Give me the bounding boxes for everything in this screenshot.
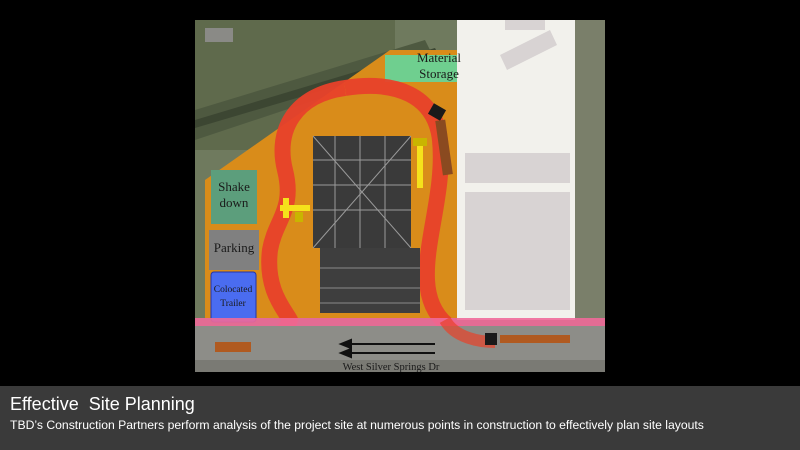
label-parking: Parking — [214, 240, 255, 255]
label-shakedown-2: down — [220, 195, 249, 210]
colocated-trailer — [210, 271, 257, 323]
label-material-storage-2: Storage — [419, 66, 459, 81]
site-plan-svg: Material Storage Shake down Parking Colo… — [195, 20, 605, 372]
vegetation-right — [575, 20, 605, 320]
label-material-storage-1: Material — [417, 50, 461, 65]
trailer-street — [500, 335, 570, 343]
label-street: West Silver Springs Dr — [343, 362, 440, 372]
caption-subtitle: TBD’s Construction Partners perform anal… — [10, 418, 704, 432]
label-trailer-2: Trailer — [220, 299, 246, 309]
slide: Material Storage Shake down Parking Colo… — [0, 0, 800, 450]
truck-street-icon — [485, 333, 497, 345]
neighbor-building-3 — [465, 192, 570, 310]
trailer-street-west — [215, 342, 251, 352]
building-roof-small — [205, 28, 233, 42]
caption-bar: Effective Site Planning TBD’s Constructi… — [0, 386, 800, 450]
label-shakedown-1: Shake — [218, 179, 250, 194]
caption-title: Effective Site Planning — [10, 394, 195, 414]
site-plan-image: Material Storage Shake down Parking Colo… — [195, 20, 605, 372]
label-trailer-1: Colocated — [214, 285, 253, 295]
neighbor-building-2 — [465, 153, 570, 183]
property-line — [195, 318, 605, 326]
neighbor-building-4 — [505, 20, 545, 30]
